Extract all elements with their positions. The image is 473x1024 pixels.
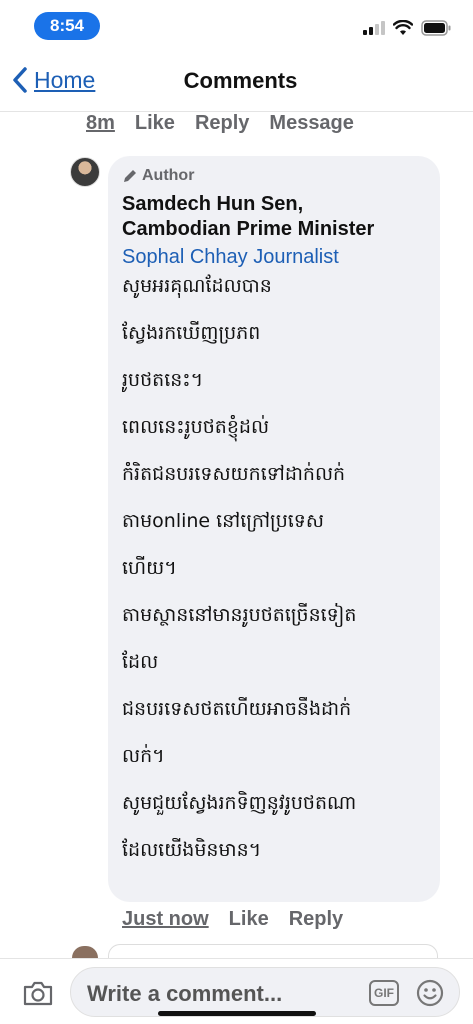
- comment-body-line: ពេលនេះរូបថតខ្ញុំដល់: [122, 416, 270, 438]
- commenter-name-line-1: Samdech Hun Sen,: [122, 193, 304, 215]
- battery-icon: [421, 20, 451, 36]
- page-title: Comments: [183, 68, 298, 93]
- comment-body-line: តាមonline នៅក្រៅប្រទេស: [122, 510, 324, 532]
- comment-body-line: លក់។: [122, 745, 165, 767]
- comment-body-line: សូមអរគុណដែលបាន: [122, 275, 272, 297]
- comment-body-line: កំរិតជនបរទេសយកទៅដាក់លក់: [122, 463, 346, 485]
- emoji-icon[interactable]: [415, 978, 445, 1008]
- camera-icon[interactable]: [22, 979, 54, 1007]
- reply-button[interactable]: Reply: [289, 908, 343, 931]
- comment-bubble: Author Samdech Hun Sen, Cambodian Prime …: [108, 156, 440, 902]
- reply-button[interactable]: Reply: [195, 112, 249, 135]
- previous-comment-time[interactable]: 8m: [86, 112, 115, 135]
- comment-body-line: សូមជួយស្វែងរកទិញនូវរូបថតណា: [122, 792, 357, 814]
- comment-body-line: ដែលយើងមិនមាន។: [122, 839, 262, 861]
- like-button[interactable]: Like: [229, 908, 269, 931]
- comment-body-line: រូបថតនេះ។: [122, 369, 204, 391]
- commenter-name[interactable]: Samdech Hun Sen, Cambodian Prime Ministe…: [122, 192, 426, 242]
- author-badge-label: Author: [142, 167, 195, 184]
- comment-input-placeholder: Write a comment...: [87, 981, 283, 1006]
- wifi-icon: [393, 20, 413, 35]
- pencil-icon: [124, 170, 136, 182]
- gif-button[interactable]: GIF: [369, 980, 399, 1006]
- previous-comment-actions: 8m Like Reply Message: [86, 112, 354, 135]
- avatar[interactable]: [70, 157, 100, 187]
- status-icons: [363, 18, 451, 38]
- comment-body-line: ជនបរទេសថតហើយអាចនឹងដាក់: [122, 698, 352, 720]
- comment-time[interactable]: Just now: [122, 908, 209, 931]
- comment-body-line: ហើយ។: [122, 557, 177, 579]
- comment-actions: Just now Like Reply: [122, 908, 343, 931]
- comment-input[interactable]: Write a comment... GIF: [70, 967, 460, 1017]
- author-badge: Author: [122, 166, 426, 186]
- tagged-page-link[interactable]: Sophal Chhay Journalist: [122, 244, 426, 270]
- home-indicator: [158, 1011, 316, 1016]
- nav-bar: Home Comments: [0, 50, 473, 112]
- commenter-name-line-2: Cambodian Prime Minister: [122, 218, 375, 240]
- like-button[interactable]: Like: [135, 112, 175, 135]
- message-button[interactable]: Message: [269, 112, 354, 135]
- comment-body-line: តាមស្ថាននៅមានរូបថតច្រើនទៀត: [122, 604, 357, 626]
- next-comment-avatar: [72, 946, 98, 958]
- comment-body-line: ដែល: [122, 651, 159, 673]
- cellular-signal-icon: [363, 21, 385, 35]
- comment-body: សូមអរគុណដែលបាន ស្វែងរកឃើញប្រភព រូបថតនេះ។…: [122, 274, 426, 885]
- comment-body-line: ស្វែងរកឃើញប្រភព: [122, 322, 261, 344]
- status-bar: 8:54: [0, 0, 473, 50]
- comment-composer: Write a comment... GIF: [0, 958, 473, 1024]
- status-time[interactable]: 8:54: [34, 12, 100, 40]
